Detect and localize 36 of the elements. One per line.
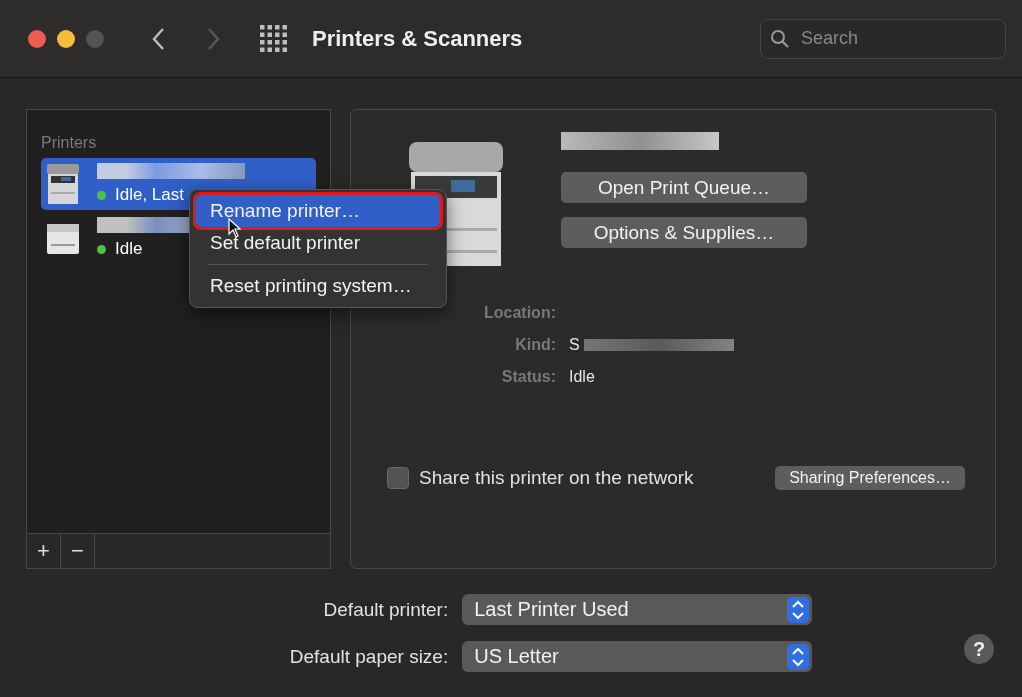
share-checkbox[interactable] bbox=[387, 467, 409, 489]
panel-button[interactable]: Options & Supplies… bbox=[561, 217, 807, 248]
status-dot bbox=[97, 244, 106, 254]
list-heading: Printers bbox=[41, 134, 98, 152]
field-value: Idle bbox=[569, 368, 595, 386]
help-button[interactable]: ? bbox=[964, 634, 994, 664]
back-icon[interactable] bbox=[152, 26, 166, 51]
printer-status: Idle bbox=[115, 239, 143, 259]
field-label: Status: bbox=[500, 368, 556, 386]
menu-item[interactable]: Set default printer bbox=[196, 227, 440, 259]
window-title: Printers & Scanners bbox=[312, 25, 523, 52]
popup-menu[interactable]: Last Printer Used bbox=[462, 594, 813, 625]
printer-status: Idle, Last bbox=[115, 185, 184, 205]
stepper-arrows-icon bbox=[787, 596, 810, 623]
cursor-icon bbox=[228, 218, 242, 238]
add-button[interactable]: + bbox=[27, 534, 61, 568]
field-value: S bbox=[569, 336, 580, 354]
printer-icon bbox=[45, 162, 81, 206]
sharing-preferences-button[interactable]: Sharing Preferences… bbox=[775, 466, 965, 490]
field-label: Kind: bbox=[514, 336, 556, 354]
menu-item[interactable]: Rename printer… bbox=[196, 195, 440, 227]
minimize-button[interactable] bbox=[57, 29, 75, 48]
stepper-arrows-icon bbox=[787, 643, 810, 670]
close-button[interactable] bbox=[28, 29, 46, 48]
popup-menu[interactable]: US Letter bbox=[462, 641, 813, 672]
search-icon bbox=[770, 28, 790, 49]
search-field[interactable]: Search bbox=[760, 18, 1006, 59]
panel-button[interactable]: Open Print Queue… bbox=[561, 172, 807, 203]
field-label: Location: bbox=[483, 304, 556, 322]
status-dot bbox=[97, 190, 106, 200]
menu-item[interactable]: Reset printing system… bbox=[196, 270, 440, 302]
grid-icon[interactable] bbox=[260, 24, 288, 53]
checkbox-label: Share this printer on the network bbox=[419, 467, 694, 489]
popup-label: Default printer: bbox=[322, 598, 449, 621]
remove-button[interactable]: − bbox=[61, 534, 95, 568]
popup-label: Default paper size: bbox=[289, 645, 449, 668]
